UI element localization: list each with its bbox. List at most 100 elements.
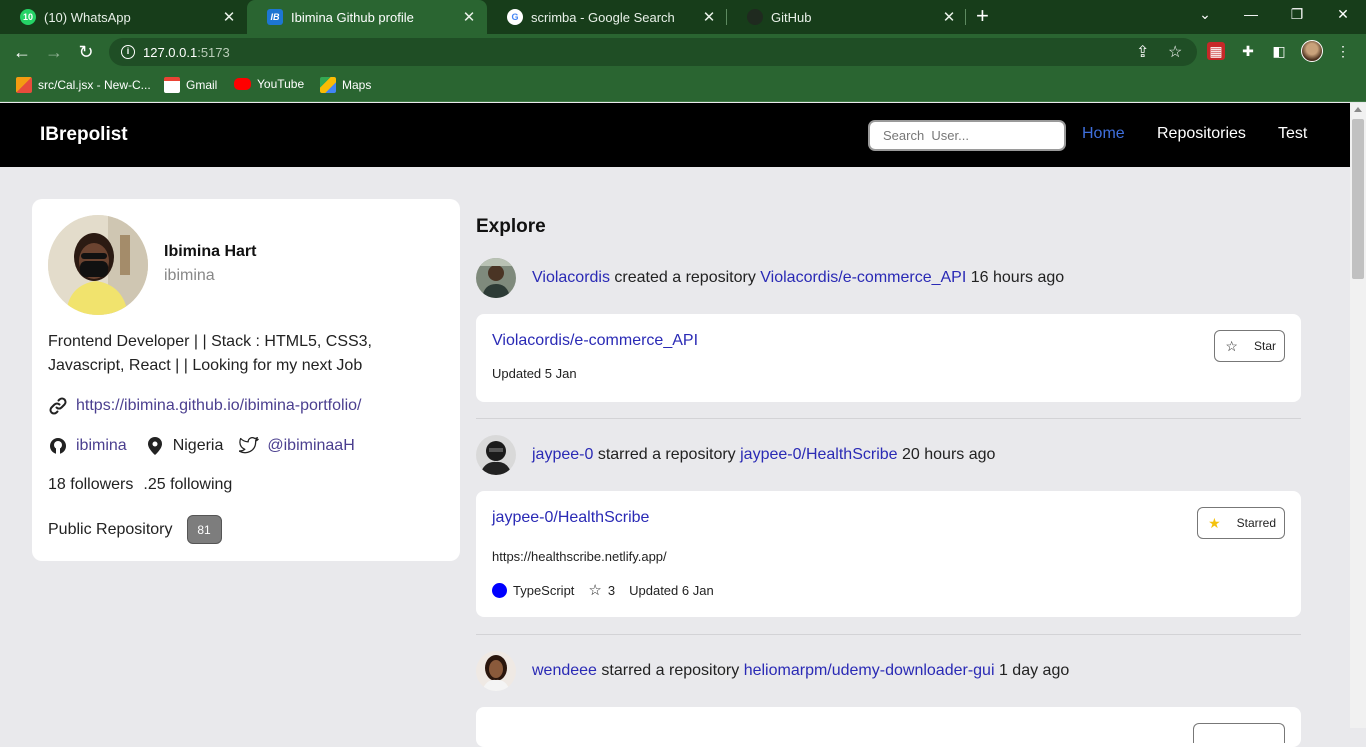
app-favicon-icon: IB	[267, 9, 283, 25]
scrollbar-thumb[interactable]	[1352, 119, 1364, 279]
puzzle-extensions-icon[interactable]: ✚	[1239, 42, 1257, 60]
share-icon[interactable]: ⇪	[1136, 42, 1149, 62]
event-action: starred a repository	[597, 446, 736, 463]
brand-logo[interactable]: IBrepolist	[40, 124, 128, 146]
event-repo-link[interactable]: jaypee-0/HealthScribe	[740, 446, 897, 464]
repo-name-link[interactable]: jaypee-0/HealthScribe	[492, 509, 649, 527]
repo-language: TypeScript	[513, 582, 575, 598]
event-user-link[interactable]: jaypee-0	[532, 446, 593, 464]
public-repo-count-badge: 81	[186, 515, 222, 544]
browser-tab-strip: 10 (10) WhatsApp ✕ IB Ibimina Github pro…	[0, 0, 1366, 34]
followers-count[interactable]: 18 followers	[48, 476, 133, 494]
profile-avatar[interactable]	[1301, 40, 1323, 62]
following-count[interactable]: .25 following	[143, 476, 232, 494]
starred-button[interactable]: ★ Starred	[1197, 507, 1285, 539]
forward-arrow-icon[interactable]: →	[43, 41, 65, 63]
bookmark-item[interactable]: Gmail	[164, 77, 217, 93]
tab-title: Ibimina Github profile	[291, 9, 414, 25]
repo-homepage: https://healthscribe.netlify.app/	[492, 549, 667, 564]
twitter-icon	[239, 436, 260, 456]
event-repo-link[interactable]: heliomarpm/udemy-downloader-gui	[744, 662, 995, 680]
star-outline-icon: ☆	[588, 582, 602, 599]
language-color-dot	[492, 582, 507, 598]
bookmark-label: src/Cal.jsx - New-C...	[38, 78, 151, 92]
repo-name-link[interactable]: Violacordis/e-commerce_API	[492, 332, 698, 350]
bookmark-item[interactable]: YouTube	[234, 77, 304, 91]
window-close-icon[interactable]: ✕	[1333, 6, 1353, 23]
event-user-link[interactable]: Violacordis	[532, 269, 610, 287]
bookmark-star-icon[interactable]: ☆	[1168, 42, 1182, 62]
nav-repositories[interactable]: Repositories	[1157, 125, 1246, 143]
back-arrow-icon[interactable]: ←	[11, 41, 33, 63]
user-avatar[interactable]	[476, 651, 516, 691]
bookmark-item[interactable]: src/Cal.jsx - New-C...	[16, 77, 151, 93]
profile-avatar-large	[48, 215, 148, 315]
new-tab-plus-icon[interactable]: +	[976, 5, 989, 27]
feed-event: wendeee starred a repository heliomarpm/…	[476, 651, 1069, 691]
tab-search-chevron-icon[interactable]: ⌄	[1195, 6, 1215, 23]
close-icon[interactable]: ✕	[221, 8, 237, 26]
tab-github[interactable]: GitHub ✕	[727, 0, 967, 34]
search-user-input[interactable]	[868, 120, 1066, 151]
public-repo-label: Public Repository	[48, 520, 173, 538]
tab-title: (10) WhatsApp	[44, 9, 131, 25]
bookmarks-bar: src/Cal.jsx - New-C... Gmail YouTube Map…	[0, 70, 1366, 102]
side-panel-icon[interactable]: ◧	[1270, 42, 1288, 60]
event-time: 1 day ago	[998, 662, 1070, 679]
location-pin-icon	[145, 436, 165, 456]
repo-meta: Updated 5 Jan	[492, 366, 577, 381]
repo-card: jaypee-0/HealthScribe https://healthscri…	[476, 491, 1301, 617]
twitter-handle-link[interactable]: @ibiminaaH	[267, 437, 354, 455]
repo-updated: Updated 5 Jan	[492, 366, 577, 381]
event-time: 20 hours ago	[902, 446, 996, 463]
feed-divider	[476, 418, 1301, 419]
restore-icon[interactable]: ❐	[1287, 6, 1307, 23]
reload-icon[interactable]: ↻	[75, 41, 97, 63]
star-button-label: Starred	[1236, 516, 1276, 530]
star-button[interactable]	[1193, 723, 1285, 743]
address-bar[interactable]: i 127.0.0.1:5173	[109, 38, 1197, 66]
maps-icon	[320, 77, 336, 93]
close-icon[interactable]: ✕	[941, 8, 957, 26]
page-scrollbar[interactable]	[1350, 103, 1366, 728]
kebab-menu-icon[interactable]: ⋮	[1334, 42, 1352, 60]
bookmark-label: Maps	[342, 78, 372, 92]
social-row: ibimina Nigeria @ibiminaaH	[48, 436, 355, 456]
star-outline-icon: ☆	[1225, 337, 1238, 354]
follow-stats: 18 followers .25 following	[48, 476, 232, 494]
nav-test[interactable]: Test	[1278, 125, 1307, 143]
gmail-icon	[164, 77, 180, 93]
event-repo-link[interactable]: Violacordis/e-commerce_API	[760, 269, 966, 287]
bookmark-item[interactable]: Maps	[320, 77, 371, 93]
public-repo-row: Public Repository 81	[48, 515, 222, 544]
tab-title: scrimba - Google Search	[531, 9, 675, 25]
repo-homepage-url[interactable]: https://healthscribe.netlify.app/	[492, 549, 667, 564]
google-icon: G	[507, 9, 523, 25]
user-avatar[interactable]	[476, 435, 516, 475]
scroll-up-arrow-icon[interactable]	[1354, 107, 1362, 112]
tab-google-search[interactable]: G scrimba - Google Search ✕	[487, 0, 727, 34]
repo-meta: TypeScript ☆ 3 Updated 6 Jan	[492, 581, 714, 599]
star-button-label: Star	[1253, 339, 1276, 353]
github-username-link[interactable]: ibimina	[76, 437, 127, 455]
website-link[interactable]: https://ibimina.github.io/ibimina-portfo…	[76, 397, 361, 415]
tab-whatsapp[interactable]: 10 (10) WhatsApp ✕	[0, 0, 247, 34]
minimize-icon[interactable]: —	[1241, 6, 1261, 22]
profile-card: Ibimina Hart ibimina Frontend Developer …	[32, 199, 460, 561]
star-button[interactable]: ☆ Star	[1214, 330, 1285, 362]
extension-icon[interactable]: ▦	[1207, 42, 1225, 60]
repo-card: Violacordis/e-commerce_API Updated 5 Jan…	[476, 314, 1301, 402]
tab-ibimina-profile[interactable]: IB Ibimina Github profile ✕	[247, 0, 487, 34]
bookmark-label: Gmail	[186, 78, 218, 92]
user-avatar[interactable]	[476, 258, 516, 298]
site-info-icon[interactable]: i	[121, 45, 135, 59]
whatsapp-icon: 10	[20, 9, 36, 25]
feed-event: jaypee-0 starred a repository jaypee-0/H…	[476, 435, 995, 475]
close-icon[interactable]: ✕	[701, 8, 717, 26]
url-host: 127.0.0.1	[143, 44, 198, 60]
nav-home[interactable]: Home	[1082, 125, 1125, 143]
profile-login: ibimina	[164, 267, 215, 284]
repo-star-count: 3	[607, 582, 616, 598]
close-icon[interactable]: ✕	[461, 8, 477, 26]
event-user-link[interactable]: wendeee	[532, 662, 597, 680]
